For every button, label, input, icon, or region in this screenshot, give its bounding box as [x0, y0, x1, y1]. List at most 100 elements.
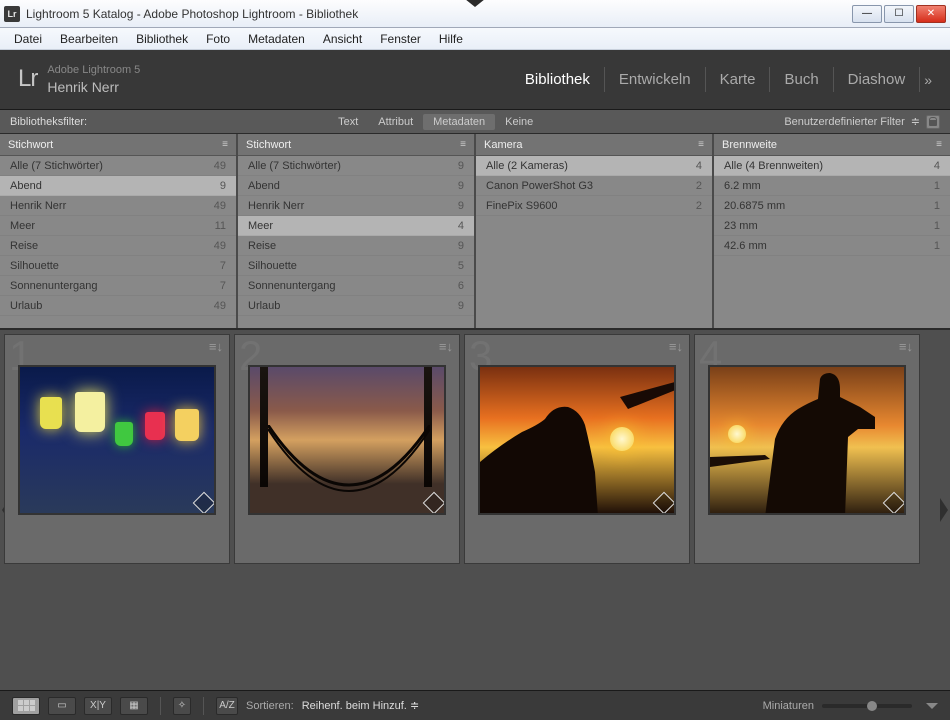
app-body: Lr Adobe Lightroom 5 Henrik Nerr Bibliot… — [0, 50, 950, 720]
filter-row-count: 4 — [696, 160, 702, 172]
thumbnail-size-slider[interactable] — [822, 704, 912, 708]
column-menu-icon[interactable]: ≡ — [222, 139, 228, 150]
filter-row[interactable]: Henrik Nerr9 — [238, 196, 474, 216]
library-filter-bar: Bibliotheksfilter: Text Attribut Metadat… — [0, 110, 950, 134]
filter-row-count: 7 — [220, 260, 226, 272]
sort-dropdown[interactable]: Reihenf. beim Hinzuf. ≑ — [302, 699, 419, 712]
filter-row[interactable]: Canon PowerShot G32 — [476, 176, 712, 196]
filter-row[interactable]: 42.6 mm1 — [714, 236, 950, 256]
filter-tab-metadata[interactable]: Metadaten — [423, 114, 495, 130]
toolbar-menu-icon[interactable] — [926, 703, 938, 709]
filter-row-count: 49 — [214, 240, 226, 252]
close-button[interactable]: ✕ — [916, 5, 946, 23]
filter-row[interactable]: Abend9 — [238, 176, 474, 196]
column-menu-icon[interactable]: ≡ — [698, 139, 704, 150]
filter-lock-icon[interactable] — [926, 115, 940, 129]
filter-row-count: 11 — [215, 220, 226, 232]
menu-file[interactable]: Datei — [6, 30, 50, 48]
app-icon: Lr — [4, 6, 20, 22]
module-library[interactable]: Bibliothek — [511, 67, 605, 92]
filter-row[interactable]: 6.2 mm1 — [714, 176, 950, 196]
bottom-toolbar: ▭ X|Y ▦ ✧ A/Z Sortieren: Reihenf. beim H… — [0, 690, 950, 720]
sort-direction-button[interactable]: A/Z — [216, 697, 238, 715]
panel-collapse-top-icon[interactable] — [465, 0, 485, 7]
filter-row[interactable]: FinePix S96002 — [476, 196, 712, 216]
filter-row[interactable]: 23 mm1 — [714, 216, 950, 236]
module-more-icon[interactable]: » — [920, 72, 932, 88]
thumbnail[interactable] — [708, 365, 906, 515]
dropdown-arrows-icon: ≑ — [911, 115, 920, 128]
filter-column-header[interactable]: Kamera≡ — [476, 134, 712, 156]
filter-column-header[interactable]: Brennweite≡ — [714, 134, 950, 156]
loupe-view-button[interactable]: ▭ — [48, 697, 76, 715]
cell-stack-icon[interactable]: ≡↓ — [209, 339, 223, 354]
grid-view-button[interactable] — [12, 697, 40, 715]
column-menu-icon[interactable]: ≡ — [460, 139, 466, 150]
painter-tool-button[interactable]: ✧ — [173, 697, 191, 715]
filter-column-header[interactable]: Stichwort≡ — [0, 134, 236, 156]
filter-row[interactable]: Alle (2 Kameras)4 — [476, 156, 712, 176]
menu-view[interactable]: Ansicht — [315, 30, 370, 48]
filter-row[interactable]: Meer4 — [238, 216, 474, 236]
thumbnails-label: Miniaturen — [763, 700, 814, 712]
filter-row[interactable]: Urlaub9 — [238, 296, 474, 316]
grid-cell[interactable]: 4 ≡↓ — [694, 334, 920, 564]
thumbnail[interactable] — [478, 365, 676, 515]
filter-row[interactable]: Silhouette7 — [0, 256, 236, 276]
panel-collapse-right-icon[interactable] — [940, 498, 948, 522]
filter-row[interactable]: Alle (7 Stichwörter)9 — [238, 156, 474, 176]
cell-stack-icon[interactable]: ≡↓ — [899, 339, 913, 354]
filter-column: Kamera≡Alle (2 Kameras)4Canon PowerShot … — [476, 134, 714, 328]
filter-row-count: 1 — [934, 220, 940, 232]
filter-tab-none[interactable]: Keine — [495, 114, 543, 130]
filter-row[interactable]: Reise9 — [238, 236, 474, 256]
grid-cell[interactable]: 2 ≡↓ — [234, 334, 460, 564]
menu-library[interactable]: Bibliothek — [128, 30, 196, 48]
grid-view: 1 ≡↓ 2 ≡↓ 3 ≡↓ — [0, 330, 950, 690]
cell-stack-icon[interactable]: ≡↓ — [439, 339, 453, 354]
module-slideshow[interactable]: Diashow — [834, 67, 921, 92]
module-map[interactable]: Karte — [706, 67, 771, 92]
menu-window[interactable]: Fenster — [372, 30, 429, 48]
menu-photo[interactable]: Foto — [198, 30, 238, 48]
filter-row[interactable]: Alle (7 Stichwörter)49 — [0, 156, 236, 176]
thumbnail[interactable] — [248, 365, 446, 515]
cell-stack-icon[interactable]: ≡↓ — [669, 339, 683, 354]
module-develop[interactable]: Entwickeln — [605, 67, 706, 92]
menu-help[interactable]: Hilfe — [431, 30, 471, 48]
identity-plate[interactable]: Henrik Nerr — [47, 78, 140, 96]
filter-row[interactable]: Sonnenuntergang7 — [0, 276, 236, 296]
filter-preset-dropdown[interactable]: Benutzerdefinierter Filter — [784, 116, 904, 128]
filter-row[interactable]: Silhouette5 — [238, 256, 474, 276]
filter-row-label: Silhouette — [248, 260, 297, 272]
filter-row[interactable]: 20.6875 mm1 — [714, 196, 950, 216]
filter-row[interactable]: Alle (4 Brennweiten)4 — [714, 156, 950, 176]
minimize-button[interactable]: — — [852, 5, 882, 23]
filter-row-count: 49 — [214, 160, 226, 172]
maximize-button[interactable]: ☐ — [884, 5, 914, 23]
filter-row-count: 9 — [220, 180, 226, 192]
filter-row[interactable]: Sonnenuntergang6 — [238, 276, 474, 296]
filter-row[interactable]: Meer11 — [0, 216, 236, 236]
filter-tab-attribute[interactable]: Attribut — [368, 114, 423, 130]
filter-row[interactable]: Henrik Nerr49 — [0, 196, 236, 216]
module-book[interactable]: Buch — [770, 67, 833, 92]
grid-cell[interactable]: 3 ≡↓ — [464, 334, 690, 564]
filter-row-count: 6 — [458, 280, 464, 292]
filter-tab-text[interactable]: Text — [328, 114, 368, 130]
menu-edit[interactable]: Bearbeiten — [52, 30, 126, 48]
survey-view-button[interactable]: ▦ — [120, 697, 148, 715]
grid-cell[interactable]: 1 ≡↓ — [4, 334, 230, 564]
thumbnail[interactable] — [18, 365, 216, 515]
tag-badge-icon — [193, 492, 216, 515]
filter-row-label: FinePix S9600 — [486, 200, 558, 212]
column-menu-icon[interactable]: ≡ — [936, 139, 942, 150]
compare-view-button[interactable]: X|Y — [84, 697, 112, 715]
filter-row[interactable]: Reise49 — [0, 236, 236, 256]
window-title: Lightroom 5 Katalog - Adobe Photoshop Li… — [26, 7, 852, 21]
filter-row[interactable]: Urlaub49 — [0, 296, 236, 316]
filter-column-header[interactable]: Stichwort≡ — [238, 134, 474, 156]
menu-metadata[interactable]: Metadaten — [240, 30, 313, 48]
filter-row[interactable]: Abend9 — [0, 176, 236, 196]
filter-row-label: Urlaub — [248, 300, 280, 312]
